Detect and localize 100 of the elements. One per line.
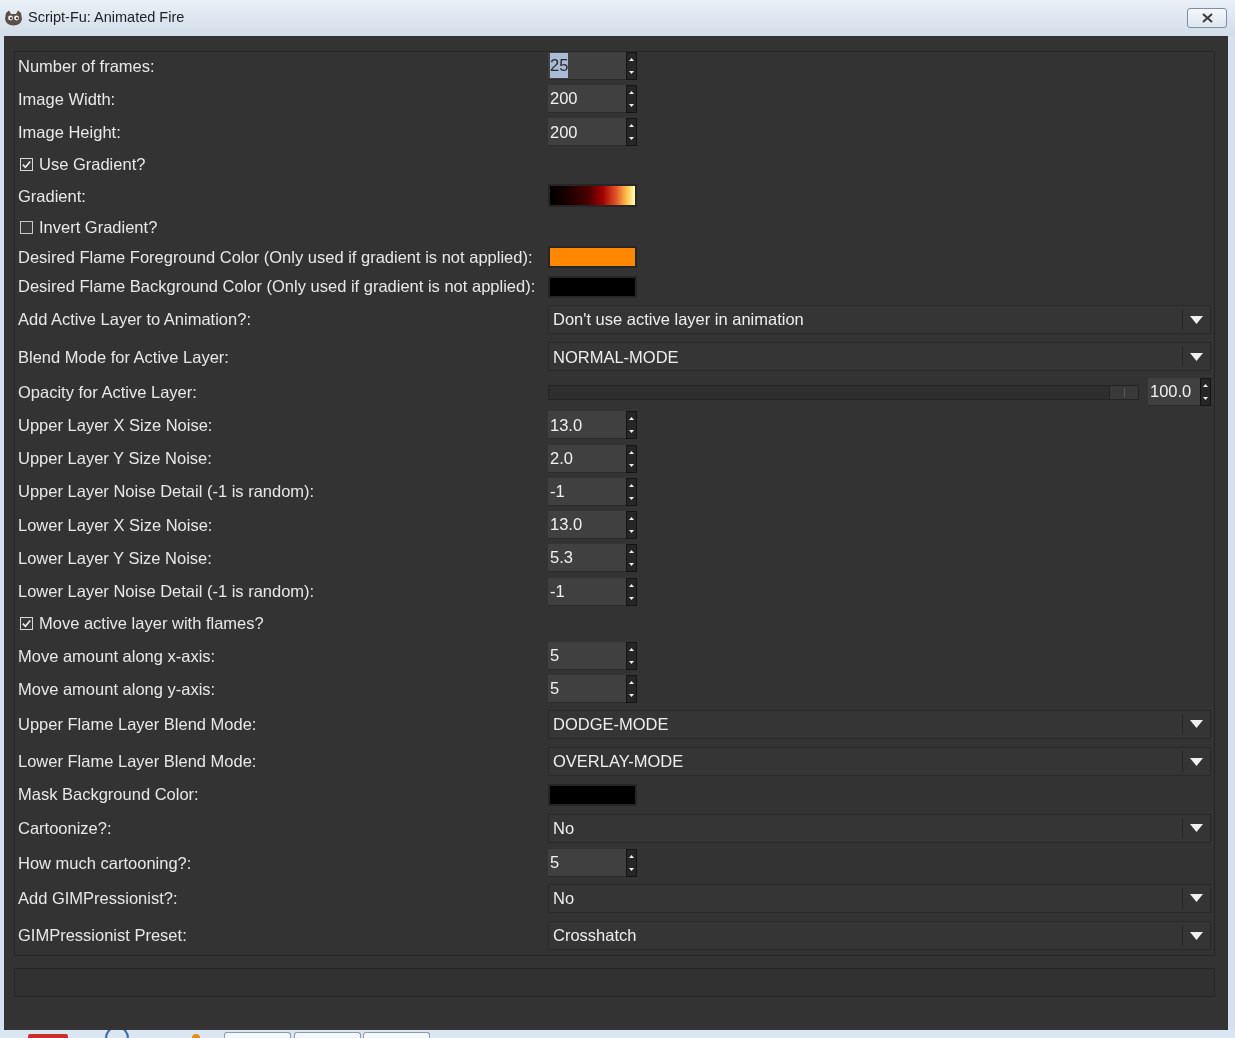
number-field[interactable]: 2.0 — [548, 444, 626, 473]
down-arrow-icon — [629, 660, 634, 664]
stepper-buttons[interactable] — [626, 444, 637, 473]
gradient-button[interactable] — [548, 184, 637, 208]
up-arrow-icon — [629, 124, 634, 128]
up-arrow-icon — [629, 550, 634, 554]
stepper-buttons[interactable] — [626, 511, 637, 540]
checkbox[interactable] — [20, 158, 33, 172]
slider-track[interactable] — [548, 384, 1139, 400]
caret-icon — [1190, 824, 1203, 833]
field-label: Upper Flame Layer Blend Mode: — [18, 714, 258, 735]
field-label: Add Active Layer to Animation?: — [18, 309, 252, 331]
tile-icon[interactable] — [28, 1034, 68, 1038]
down-arrow-icon — [629, 694, 634, 698]
number-field[interactable]: 5 — [548, 849, 626, 878]
field-label: Move amount along x-axis: — [18, 645, 217, 667]
caret-icon — [1190, 352, 1203, 361]
field-label: Desired Flame Background Color (Only used if gradient is not applied): — [18, 276, 537, 298]
up-arrow-icon — [1203, 384, 1208, 388]
stepper-buttons[interactable] — [626, 411, 637, 440]
taskbar-button[interactable] — [363, 1032, 430, 1038]
stepper-buttons[interactable] — [626, 577, 637, 606]
slider-thumb[interactable] — [1109, 385, 1138, 399]
taskbar-button[interactable] — [294, 1032, 361, 1038]
number-field[interactable]: 5.3 — [548, 544, 626, 573]
close-icon — [1201, 13, 1213, 23]
up-arrow-icon — [629, 855, 634, 859]
caret-icon — [1190, 720, 1203, 729]
down-arrow-icon — [629, 104, 634, 108]
stepper-buttons[interactable] — [1200, 378, 1211, 407]
taskbar-button[interactable] — [224, 1032, 291, 1038]
down-arrow-icon — [629, 463, 634, 467]
up-arrow-icon — [629, 450, 634, 454]
dropdown[interactable]: NORMAL-MODE — [548, 342, 1211, 372]
dropdown[interactable]: Crosshatch — [548, 921, 1211, 951]
up-arrow-icon — [629, 91, 634, 95]
down-arrow-icon — [629, 530, 634, 534]
stepper-buttons[interactable] — [626, 544, 637, 573]
gradient-swatch-icon — [550, 186, 635, 206]
caret-icon — [1190, 757, 1203, 766]
number-field[interactable]: -1 — [548, 477, 626, 506]
field-label: Add GIMPressionist?: — [18, 888, 179, 910]
stepper-buttons[interactable] — [626, 118, 637, 147]
stepper-buttons[interactable] — [626, 477, 637, 506]
caret-icon — [1190, 315, 1203, 324]
field-label: Desired Flame Foreground Color (Only used if gradient is not applied): — [18, 246, 534, 268]
number-field[interactable]: 200 — [548, 118, 626, 147]
checkbox[interactable] — [20, 617, 33, 631]
up-arrow-icon — [629, 681, 634, 685]
number-field[interactable]: 13.0 — [548, 511, 626, 540]
up-arrow-icon — [629, 58, 634, 61]
down-arrow-icon — [629, 430, 634, 434]
dropdown[interactable]: Don't use active layer in animation — [548, 305, 1211, 335]
checkbox[interactable] — [20, 220, 33, 234]
field-label: Mask Background Color: — [18, 784, 200, 806]
checkbox-label: Invert Gradient? — [39, 216, 158, 238]
field-label: Lower Layer Noise Detail (-1 is random): — [18, 581, 316, 603]
field-label: Cartoonize?: — [18, 817, 113, 839]
stepper-buttons[interactable] — [626, 849, 637, 878]
dropdown[interactable]: DODGE-MODE — [548, 709, 1211, 739]
field-label: Opacity for Active Layer: — [18, 381, 198, 403]
down-arrow-icon — [629, 563, 634, 567]
field-label: Gradient: — [18, 185, 87, 207]
up-arrow-icon — [629, 647, 634, 651]
number-field[interactable]: 100.0 — [1148, 378, 1200, 407]
stepper-buttons[interactable] — [626, 675, 637, 704]
number-field[interactable]: 5 — [548, 641, 626, 670]
number-field[interactable]: 13.0 — [548, 411, 626, 440]
down-arrow-icon — [629, 496, 634, 500]
field-label: Move amount along y-axis: — [18, 678, 217, 700]
up-arrow-icon — [629, 417, 634, 421]
checkbox-label: Move active layer with flames? — [39, 613, 264, 635]
field-label: GIMPressionist Preset: — [18, 925, 188, 947]
field-label: Blend Mode for Active Layer: — [18, 346, 230, 368]
number-field[interactable]: -1 — [548, 577, 626, 606]
stepper-buttons[interactable] — [626, 85, 637, 114]
field-label: Upper Layer Y Size Noise: — [18, 448, 213, 470]
up-arrow-icon — [629, 583, 634, 587]
close-button[interactable] — [1187, 8, 1227, 28]
field-label: Lower Layer Y Size Noise: — [18, 547, 213, 569]
mascot-icon — [4, 10, 23, 26]
up-arrow-icon — [629, 517, 634, 521]
up-arrow-icon — [629, 483, 634, 487]
down-arrow-icon — [629, 137, 634, 141]
dropdown[interactable]: OVERLAY-MODE — [548, 747, 1211, 777]
ring-icon[interactable] — [104, 1030, 130, 1038]
field-label: Image Height: — [18, 122, 122, 144]
stepper-buttons[interactable] — [626, 52, 637, 80]
field-label: Image Width: — [18, 88, 117, 110]
stepper-buttons[interactable] — [626, 641, 637, 670]
field-label: Lower Flame Layer Blend Mode: — [18, 751, 258, 773]
number-field[interactable]: 200 — [548, 85, 626, 114]
down-arrow-icon — [629, 868, 634, 872]
dropdown[interactable]: No — [548, 883, 1211, 913]
number-field[interactable]: 25 — [548, 52, 626, 80]
number-field[interactable]: 5 — [548, 675, 626, 704]
dropdown[interactable]: No — [548, 813, 1211, 843]
down-arrow-icon — [629, 596, 634, 600]
caret-icon — [1190, 931, 1203, 940]
caret-icon — [1190, 894, 1203, 903]
